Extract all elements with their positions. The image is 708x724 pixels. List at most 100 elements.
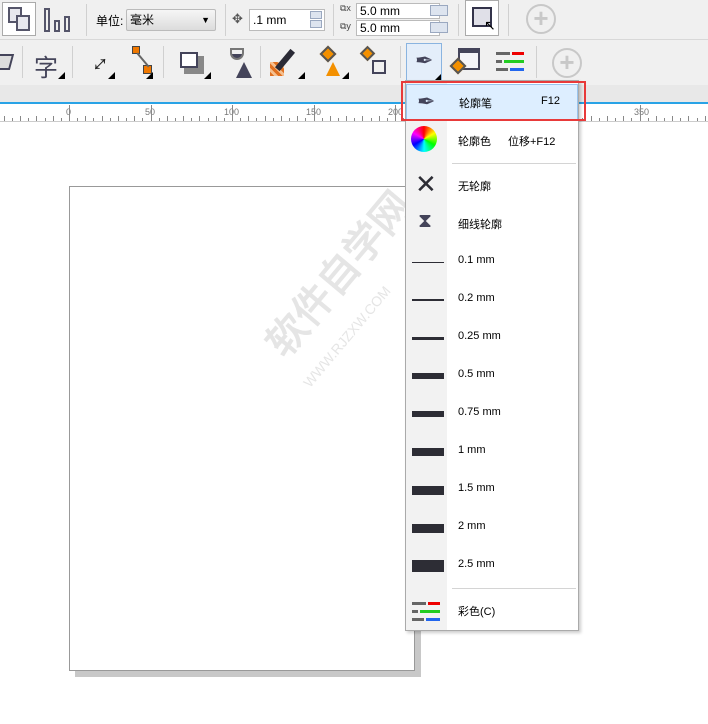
ruler-tick (598, 118, 600, 121)
nudge-value: .1 mm (253, 13, 287, 27)
ruler-tick (11, 118, 13, 121)
menu-item-outline-width[interactable]: 0.2 mm (406, 282, 578, 318)
ruler-tick (28, 118, 30, 121)
duplicate-x-icon: ⧉x (340, 3, 351, 13)
line-width-icon (412, 485, 444, 495)
ruler-tick (232, 105, 233, 121)
menu-item-label: 无轮廓 (458, 181, 491, 193)
smart-fill-icon[interactable] (359, 45, 390, 78)
treat-as-filled-icon[interactable]: ↖ (465, 0, 499, 36)
ruler-tick (672, 116, 674, 121)
shape-icon[interactable] (0, 54, 15, 70)
menu-item-label: 彩色(C) (458, 606, 496, 618)
menu-item-shortcut: 位移+F12 (508, 136, 556, 148)
color-sliders-icon[interactable] (496, 50, 526, 74)
ruler-tick (297, 116, 299, 121)
ruler-tick (639, 105, 641, 121)
ruler-tick (615, 118, 617, 121)
ruler-tick (696, 118, 698, 121)
pen-nib-icon: ✒ (415, 48, 434, 73)
ruler-tick (215, 116, 217, 121)
menu-item-label: 细线轮廓 (458, 219, 502, 231)
ruler-tick (166, 116, 168, 121)
ruler-tick (52, 116, 54, 121)
highlight-box (401, 81, 586, 121)
menu-item-label: 0.2 mm (458, 292, 495, 304)
unit-label: 单位: (96, 14, 124, 28)
color-sliders-icon (412, 602, 442, 626)
ruler-tick (395, 105, 396, 121)
ruler-tick (272, 118, 274, 121)
ruler-tick (134, 116, 136, 121)
menu-item-no-outline[interactable]: ✕ 无轮廓 (406, 168, 578, 204)
menu-item-hairline[interactable]: ⧗ 细线轮廓 (406, 206, 578, 242)
add-button-icon[interactable]: + (552, 48, 582, 78)
drop-shadow-icon[interactable] (180, 52, 206, 76)
line-width-icon (412, 299, 444, 301)
ruler-tick (142, 118, 144, 121)
ruler-tick (329, 116, 331, 121)
ruler-tick (20, 116, 22, 121)
ruler-tick (337, 118, 339, 121)
ruler-tick (183, 116, 185, 121)
ruler-tick (117, 116, 119, 121)
menu-item-outline-width[interactable]: 2.5 mm (406, 548, 578, 584)
ruler-tick (704, 116, 706, 121)
line-width-icon (412, 336, 444, 340)
ruler-tick (264, 116, 266, 121)
duplicate-y-spinner[interactable] (430, 22, 448, 33)
menu-item-label: 0.25 mm (458, 330, 501, 342)
menu-item-outline-width[interactable]: 0.25 mm (406, 320, 578, 356)
ruler-tick (280, 116, 282, 121)
menu-item-outline-width[interactable]: 1.5 mm (406, 472, 578, 508)
line-width-icon (412, 373, 444, 379)
ruler-tick (631, 118, 633, 121)
ruler-tick (590, 116, 592, 121)
ruler-tick (158, 118, 160, 121)
unit-select-value: 毫米 (130, 13, 155, 27)
line-width-icon (412, 523, 444, 533)
nudge-up-button[interactable] (310, 11, 322, 19)
ruler-tick (386, 118, 388, 121)
unit-select[interactable]: 毫米 ▼ (126, 9, 216, 31)
ruler-tick (248, 116, 250, 121)
ruler-tick (378, 116, 380, 121)
duplicate-x-value: 5.0 mm (360, 4, 401, 18)
add-button-icon[interactable]: + (526, 4, 556, 34)
page-layout-icon[interactable] (2, 2, 36, 36)
ruler-tick (289, 118, 291, 121)
ruler-tick (354, 118, 356, 121)
ruler-tick (101, 116, 103, 121)
ruler-tick (370, 118, 372, 121)
menu-item-outline-width[interactable]: 2 mm (406, 510, 578, 546)
menu-item-label: 0.75 mm (458, 406, 501, 418)
menu-item-outline-width[interactable]: 1 mm (406, 434, 578, 470)
duplicate-y-input[interactable]: 5.0 mm (356, 20, 440, 36)
ruler-tick (126, 118, 128, 121)
ruler-tick (663, 118, 665, 121)
ruler-tick (655, 116, 657, 121)
ruler-tick (240, 118, 242, 121)
menu-item-label: 2.5 mm (458, 558, 495, 570)
menu-item-outline-width[interactable]: 0.75 mm (406, 396, 578, 432)
ruler-tick (321, 118, 323, 121)
ruler-tick (623, 116, 625, 121)
duplicate-x-input[interactable]: 5.0 mm (356, 3, 440, 19)
transparency-tool-icon[interactable] (222, 48, 254, 78)
menu-item-label: 2 mm (458, 520, 486, 532)
nudge-down-button[interactable] (310, 20, 322, 28)
object-properties-icon[interactable] (449, 48, 482, 76)
ruler-tick (223, 118, 225, 121)
text-tool-icon[interactable]: 字 (34, 48, 58, 83)
toolbox-bar: 字 ↔ ✒ + (0, 40, 708, 85)
align-bottom-icon[interactable] (44, 8, 80, 34)
toolbar-band (0, 85, 708, 104)
menu-item-color[interactable]: 彩色(C) (406, 593, 578, 629)
menu-item-outline-width[interactable]: 0.5 mm (406, 358, 578, 394)
ruler-tick (256, 118, 258, 121)
ruler-tick (313, 105, 315, 121)
menu-item-outline-width[interactable]: 0.1 mm (406, 244, 578, 280)
horizontal-ruler[interactable]: 0 50 100 150 200 350 (0, 105, 708, 122)
menu-item-outline-color[interactable]: 轮廓色 位移+F12 (406, 123, 578, 159)
duplicate-x-spinner[interactable] (430, 5, 448, 16)
